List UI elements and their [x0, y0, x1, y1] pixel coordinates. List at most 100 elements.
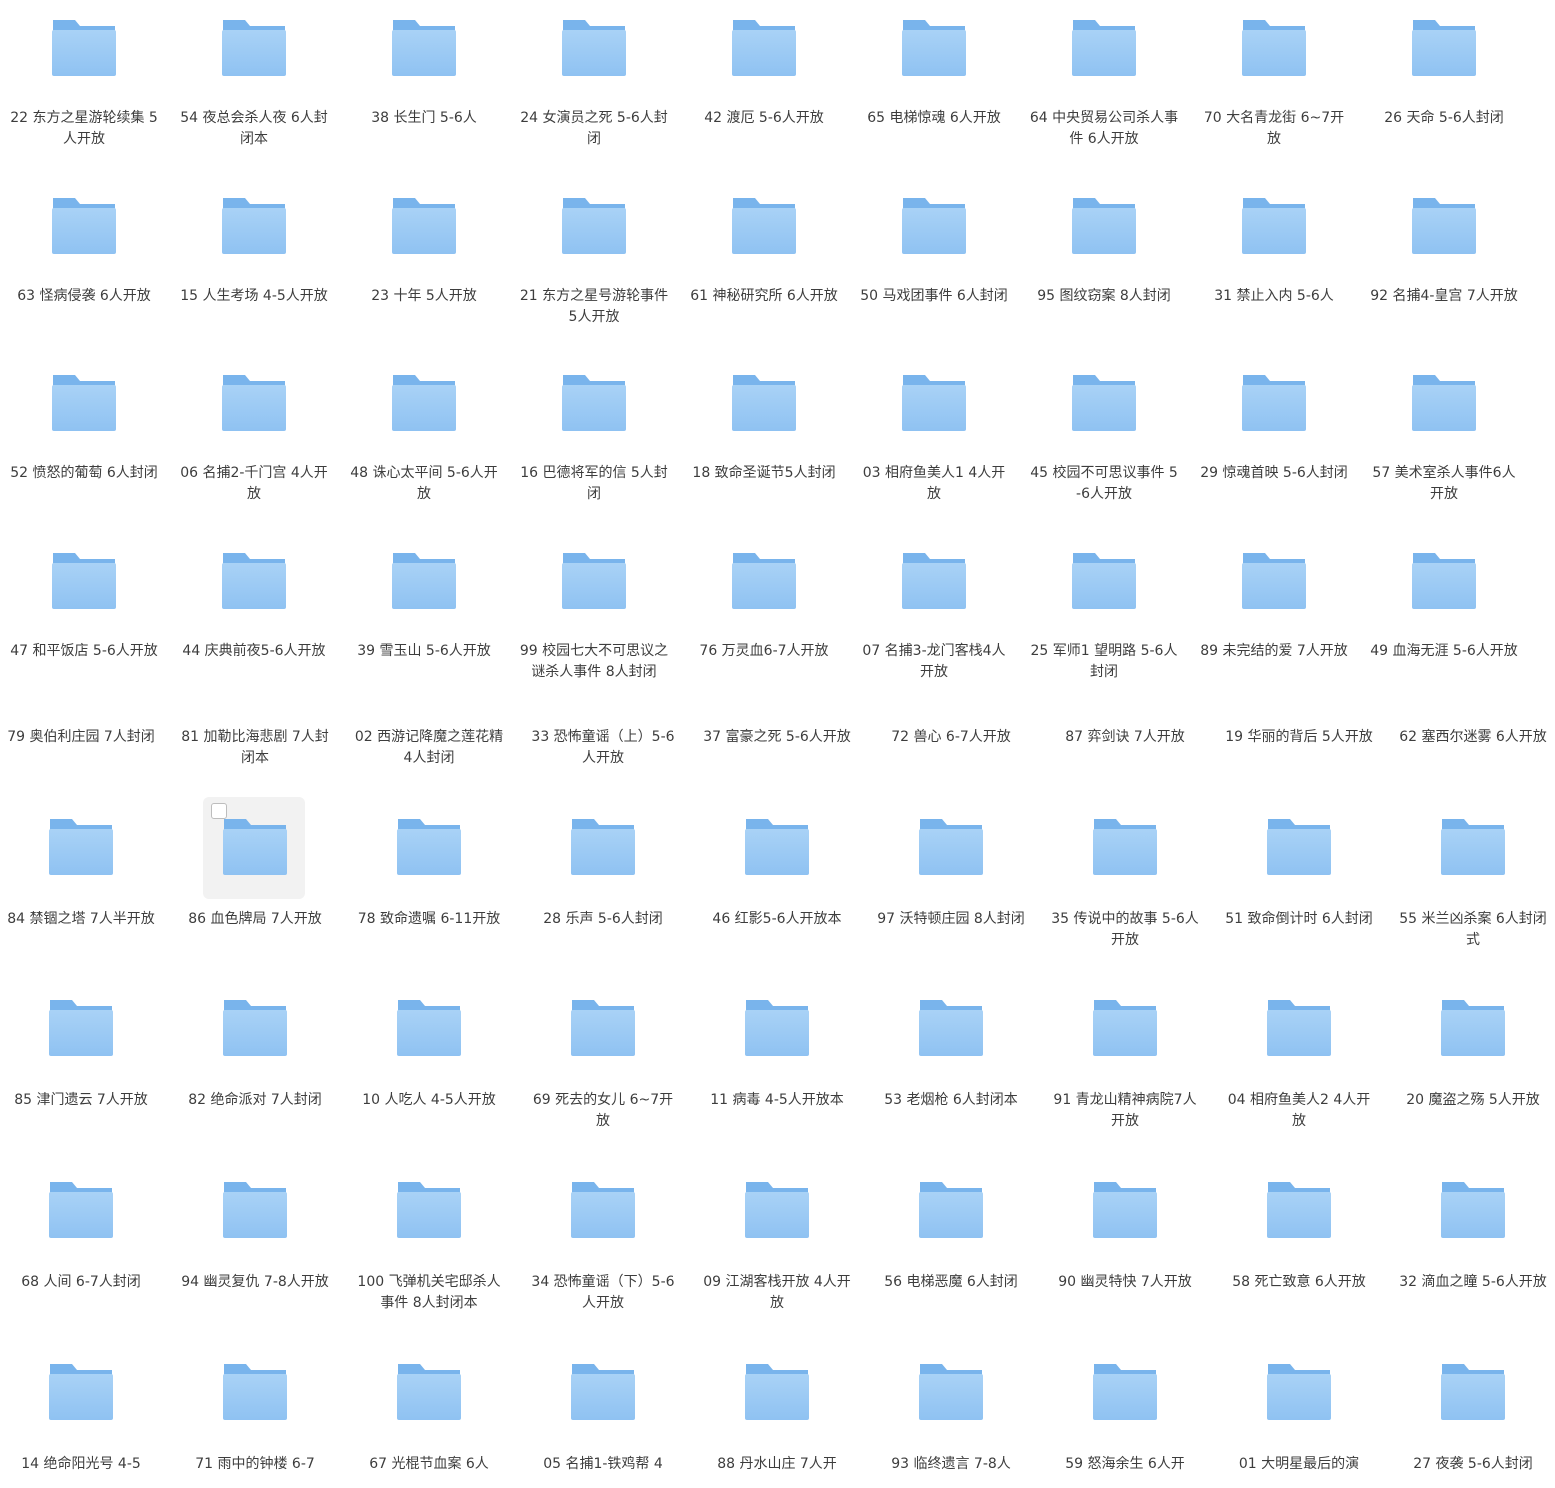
folder-icon[interactable] [918, 1180, 984, 1238]
folder-icon[interactable] [1241, 18, 1307, 76]
folder-icon[interactable] [744, 817, 810, 875]
folder-icon[interactable] [1266, 1362, 1332, 1420]
folder-icon[interactable] [1092, 1180, 1158, 1238]
folder-label: 95 图纹窃案 8人封闭 [1037, 288, 1171, 304]
folder-icon[interactable] [48, 1362, 114, 1420]
folder-icon[interactable] [561, 18, 627, 76]
folder-icon[interactable] [570, 1362, 636, 1420]
folder-label: 01 大明星最后的演 [1238, 1456, 1360, 1472]
folder-icon[interactable] [1440, 998, 1506, 1056]
folder-icon[interactable] [1241, 196, 1307, 254]
folder-label: 58 死亡致意 6人开放 [1232, 1274, 1366, 1290]
folder-icon[interactable] [744, 998, 810, 1056]
folder-label: 99 校园七大不可思议之谜杀人事件 8人封闭 [519, 643, 669, 680]
folder-icon[interactable] [222, 817, 288, 875]
folder-icon[interactable] [48, 998, 114, 1056]
folder-label: 57 美术室杀人事件6人开放 [1372, 465, 1516, 502]
folder-icon[interactable] [396, 1180, 462, 1238]
folder-icon[interactable] [396, 1362, 462, 1420]
folder-label: 79 奥伯利庄园 7人封闭 [7, 729, 155, 745]
folder-icon[interactable] [1071, 196, 1137, 254]
folder-icon[interactable] [222, 1362, 288, 1420]
folder-label: 38 长生门 5-6人 [371, 110, 477, 126]
folder-label: 68 人间 6-7人封闭 [21, 1274, 141, 1290]
folder-icon[interactable] [1071, 373, 1137, 431]
folder-icon[interactable] [1411, 18, 1477, 76]
folder-icon[interactable] [1266, 817, 1332, 875]
folder-label: 93 临终遗言 7-8人 [891, 1456, 1011, 1472]
folder-label: 02 西游记降魔之莲花精 4人封闭 [354, 729, 504, 766]
folder-icon[interactable] [222, 998, 288, 1056]
folder-icon[interactable] [570, 817, 636, 875]
folder-icon[interactable] [901, 373, 967, 431]
folder-icon[interactable] [744, 1362, 810, 1420]
folder-icon[interactable] [51, 551, 117, 609]
folder-icon[interactable] [1241, 373, 1307, 431]
folder-icon[interactable] [221, 196, 287, 254]
folder-icon[interactable] [918, 1362, 984, 1420]
folder-label: 05 名捕1-铁鸡帮 4 [543, 1456, 663, 1472]
folder-icon[interactable] [731, 373, 797, 431]
folder-icon[interactable] [1440, 1362, 1506, 1420]
folder-icon[interactable] [51, 18, 117, 76]
folder-icon[interactable] [1071, 18, 1137, 76]
folder-icon[interactable] [901, 18, 967, 76]
folder-icon[interactable] [1092, 998, 1158, 1056]
folder-label: 67 光棍节血案 6人 [369, 1456, 489, 1472]
folder-icon[interactable] [391, 373, 457, 431]
folder-label: 35 传说中的故事 5-6人开放 [1051, 911, 1199, 948]
folder-label: 37 富豪之死 5-6人开放 [703, 729, 851, 745]
folder-icon[interactable] [731, 551, 797, 609]
folder-label: 63 怪病侵袭 6人开放 [17, 288, 151, 304]
folder-label: 76 万灵血6-7人开放 [699, 643, 829, 659]
folder-icon[interactable] [561, 196, 627, 254]
folder-label: 97 沃特顿庄园 8人封闭 [877, 911, 1025, 927]
folder-icon[interactable] [1092, 817, 1158, 875]
folder-icon[interactable] [1266, 1180, 1332, 1238]
folder-icon[interactable] [918, 817, 984, 875]
folder-icon[interactable] [744, 1180, 810, 1238]
folder-icon[interactable] [391, 196, 457, 254]
folder-icon[interactable] [48, 1180, 114, 1238]
folder-icon[interactable] [570, 998, 636, 1056]
folder-label: 33 恐怖童谣（上）5-6人开放 [531, 729, 675, 766]
folder-icon[interactable] [222, 1180, 288, 1238]
folder-label: 24 女演员之死 5-6人封闭 [520, 110, 668, 147]
folder-icon[interactable] [570, 1180, 636, 1238]
folder-icon[interactable] [396, 998, 462, 1056]
folder-icon[interactable] [221, 18, 287, 76]
folder-icon[interactable] [1440, 1180, 1506, 1238]
folder-icon[interactable] [901, 551, 967, 609]
folder-icon[interactable] [391, 551, 457, 609]
folder-icon[interactable] [918, 998, 984, 1056]
folder-icon[interactable] [1411, 196, 1477, 254]
folder-icon[interactable] [1071, 551, 1137, 609]
folder-icon[interactable] [48, 817, 114, 875]
folder-icon[interactable] [1266, 998, 1332, 1056]
folder-label: 14 绝命阳光号 4-5 [21, 1456, 141, 1472]
folder-icon[interactable] [731, 196, 797, 254]
folder-icon[interactable] [1440, 817, 1506, 875]
folder-icon[interactable] [561, 373, 627, 431]
folder-icon[interactable] [1411, 373, 1477, 431]
folder-icon[interactable] [901, 196, 967, 254]
folder-icon[interactable] [51, 196, 117, 254]
folder-label: 62 塞西尔迷雾 6人开放 [1399, 729, 1547, 745]
folder-icon[interactable] [1241, 551, 1307, 609]
folder-icon[interactable] [391, 18, 457, 76]
folder-label: 50 马戏团事件 6人封闭 [860, 288, 1008, 304]
folder-label: 32 滴血之瞳 5-6人开放 [1399, 1274, 1547, 1290]
folder-label: 69 死去的女儿 6~7开放 [532, 1092, 674, 1129]
folder-label: 46 红影5-6人开放本 [712, 911, 842, 927]
folder-icon[interactable] [731, 18, 797, 76]
folder-icon[interactable] [1411, 551, 1477, 609]
folder-icon[interactable] [221, 373, 287, 431]
folder-icon[interactable] [1092, 1362, 1158, 1420]
folder-icon[interactable] [51, 373, 117, 431]
folder-icon[interactable] [561, 551, 627, 609]
folder-label: 87 弈剑诀 7人开放 [1065, 729, 1185, 745]
folder-icon[interactable] [396, 817, 462, 875]
folder-icon[interactable] [221, 551, 287, 609]
folder-label: 09 江湖客栈开放 4人开放 [703, 1274, 851, 1311]
folder-label: 61 神秘研究所 6人开放 [690, 288, 838, 304]
